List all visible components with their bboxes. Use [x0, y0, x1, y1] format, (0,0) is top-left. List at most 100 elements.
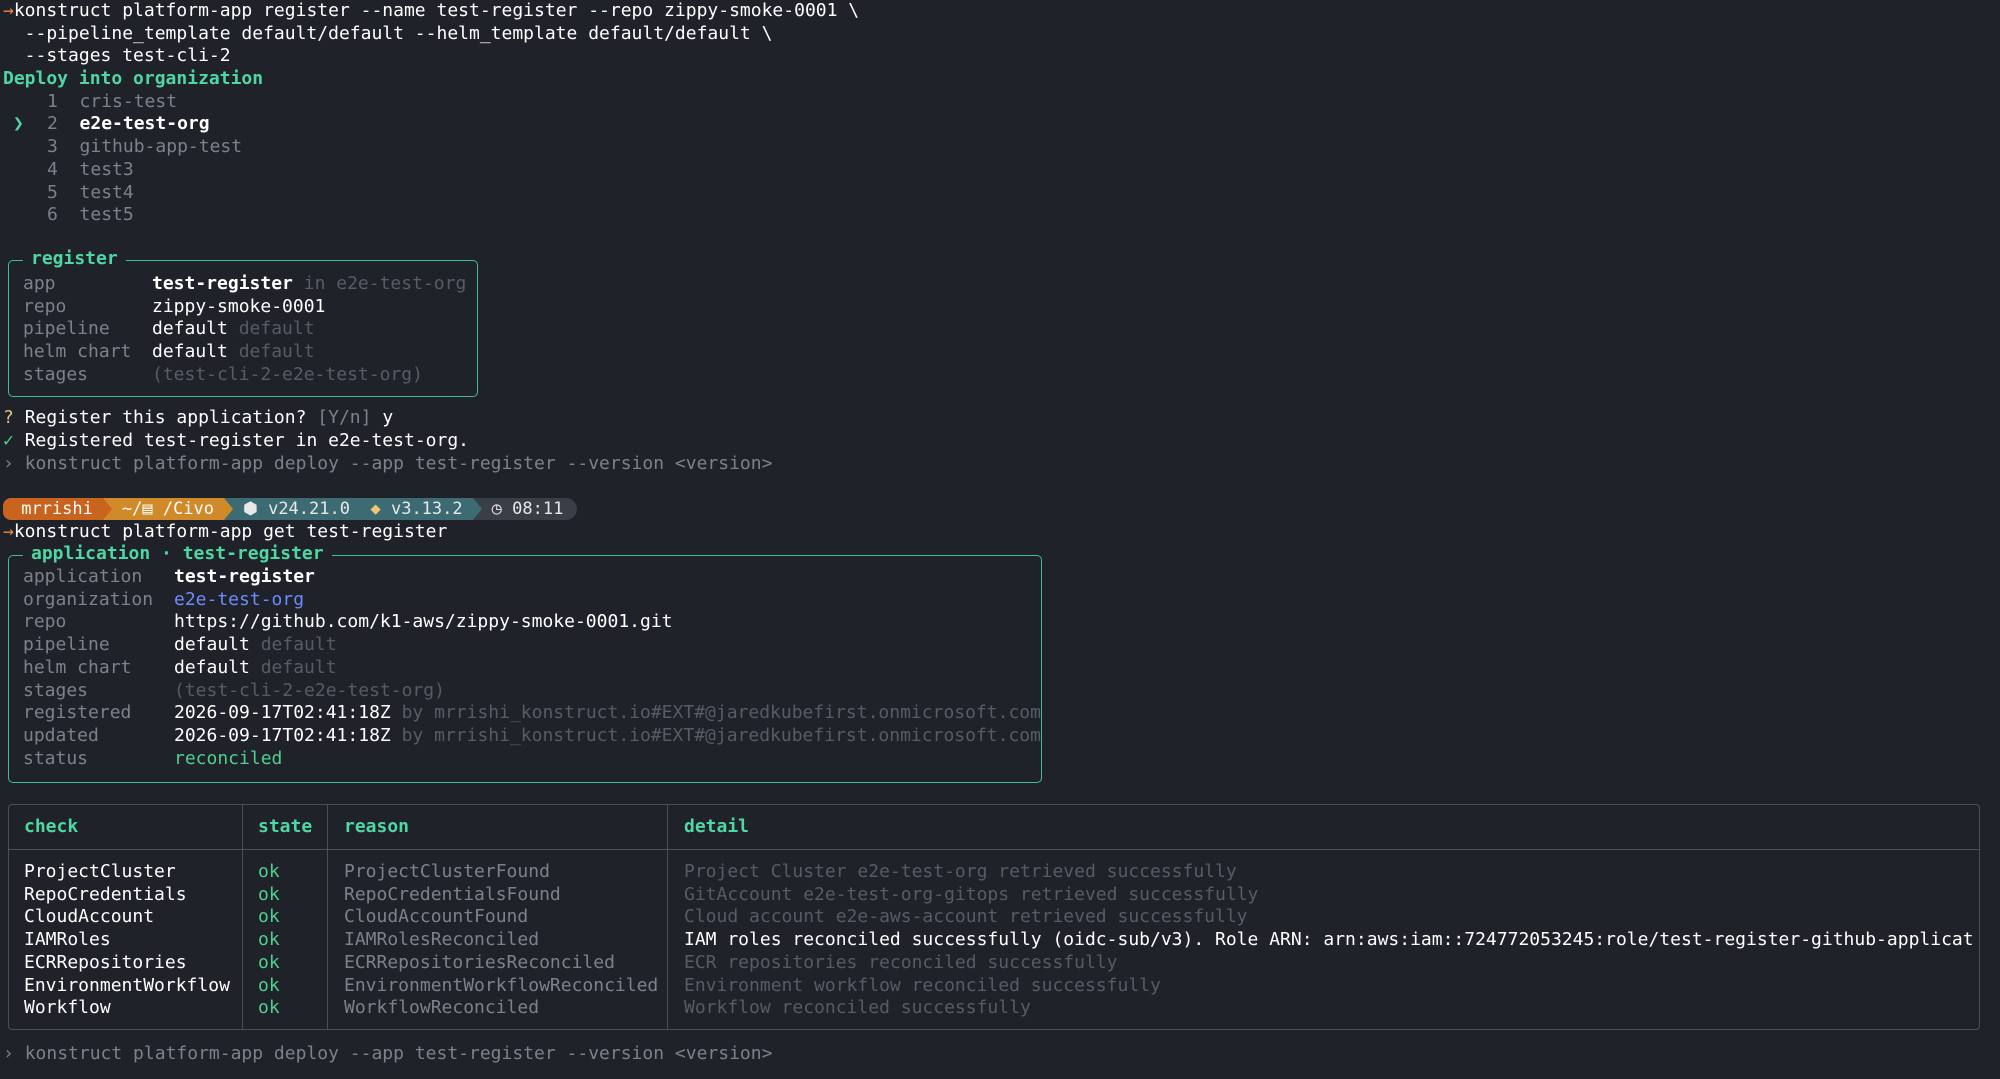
field-value-note: (test-cli-2-e2e-test-org) [152, 363, 423, 385]
field-value-text: 2026-09-17T02:41:18Z [174, 724, 391, 746]
table-cell-check: ECRRepositories [24, 951, 187, 973]
table-cell-state: ok [258, 951, 280, 973]
application-field-label: helm chart [23, 656, 132, 678]
cursor-icon [3, 91, 47, 114]
org-option[interactable]: 4 test3 [3, 159, 1997, 182]
register-field-value: zippy-smoke-0001 [152, 296, 325, 319]
cursor-icon [3, 182, 47, 205]
field-value-text: test-register [174, 566, 315, 587]
prompt-user-segment: mrrishi [3, 498, 103, 520]
application-field-value[interactable]: e2e-test-org [174, 589, 304, 612]
application-field-value: default default [174, 657, 337, 680]
application-field-value: reconciled [174, 748, 282, 771]
field-value-note: default [238, 318, 315, 340]
register-field-value: (test-cli-2-e2e-test-org) [152, 364, 423, 387]
table-cell-check: IAMRoles [24, 929, 111, 951]
application-field-label: registered [23, 702, 132, 724]
prompt-time-segment: ◷ 08:11 [481, 498, 578, 520]
field-value-note: default [238, 341, 315, 363]
table-cell-check: Workflow [24, 997, 111, 1019]
org-option-name: test5 [79, 204, 134, 226]
table-cell-state: ok [258, 929, 280, 951]
shell-prompt-bar: mrrishi ~/▤ /Civo ⬢ v24.21.0 ◆ v3.13.2 ◷… [3, 498, 578, 520]
command-line: →konstruct platform-app get test-registe… [3, 521, 447, 544]
field-value-note: by mrrishi_konstruct.io#EXT#@jaredkubefi… [401, 702, 1041, 724]
org-option-name: test3 [79, 158, 134, 180]
prompt-arrow: → [3, 0, 14, 21]
segment-separator [472, 498, 482, 520]
segment-separator [224, 498, 234, 520]
table-divider [242, 804, 243, 1030]
success-message: ✓ Registered test-register in e2e-test-o… [3, 430, 470, 451]
org-option-number: 2 [47, 113, 58, 135]
register-field-label: pipeline [23, 318, 110, 340]
table-cell-detail: ECR repositories reconciled successfully [684, 951, 1118, 973]
segment-separator [102, 498, 112, 520]
table-cell-detail: Cloud account e2e-aws-account retrieved … [684, 906, 1248, 928]
org-option-number: 3 [47, 136, 58, 158]
table-cell-reason: CloudAccountFound [344, 906, 529, 928]
table-header-detail: detail [684, 816, 750, 837]
python-icon: ◆ [370, 498, 381, 519]
field-value-text: zippy-smoke-0001 [152, 295, 326, 317]
table-cell-detail: Environment workflow reconciled successf… [684, 974, 1161, 996]
application-field-label: organization [23, 588, 154, 610]
table-cell-reason: IAMRolesReconciled [344, 929, 540, 951]
org-select-list[interactable]: 1 cris-test ❯ 2 e2e-test-org 3 github-app-… [3, 91, 1997, 227]
field-value-text: test-register [152, 273, 293, 294]
cursor-icon: ❯ [13, 113, 24, 135]
field-value-note: (test-cli-2-e2e-test-org) [174, 679, 445, 701]
register-field-label: stages [23, 363, 89, 385]
application-field-label: repo [23, 611, 67, 633]
application-field-value: test-register [174, 566, 315, 589]
org-option[interactable]: 3 github-app-test [3, 136, 1997, 159]
org-option-number: 1 [47, 90, 58, 112]
table-cell-detail: GitAccount e2e-test-org-gitops retrieved… [684, 883, 1259, 905]
org-option[interactable]: ❯ 2 e2e-test-org [3, 113, 1997, 136]
application-details-box: application · test-register application t… [8, 543, 1042, 783]
table-cell-reason: ECRRepositoriesReconciled [344, 951, 615, 973]
field-value-text: default [174, 656, 250, 678]
org-option[interactable]: 6 test5 [3, 204, 1997, 227]
command-text: konstruct platform-app get test-register [13, 521, 448, 542]
command-line: →konstruct platform-app register --name … [3, 0, 1997, 23]
table-cell-state: ok [258, 883, 280, 905]
question-icon: ? [3, 407, 14, 428]
deploy-hint: › konstruct platform-app deploy --app te… [3, 453, 773, 474]
chevron-right-icon: › [3, 453, 14, 474]
field-value-text: default [152, 318, 228, 340]
org-option-name: e2e-test-org [79, 113, 210, 135]
command-continuation: --stages test-cli-2 [3, 45, 231, 67]
org-option[interactable]: 5 test4 [3, 182, 1997, 205]
org-option-name: test4 [79, 181, 134, 203]
field-value-text: default [152, 341, 228, 363]
table-cell-detail: Workflow reconciled successfully [684, 997, 1031, 1019]
table-cell-state: ok [258, 861, 280, 882]
prompt-path-segment: ~/▤ /Civo [111, 498, 225, 520]
org-option-name: cris-test [79, 90, 178, 112]
org-option-number: 5 [47, 181, 58, 203]
table-header-state: state [258, 816, 313, 837]
register-field-label: repo [23, 295, 67, 317]
table-cell-state: ok [258, 906, 280, 928]
application-field-label: application [23, 566, 143, 587]
cursor-icon [3, 136, 47, 159]
table-cell-check: ProjectCluster [24, 861, 176, 882]
table-cell-reason: RepoCredentialsFound [344, 883, 561, 905]
application-field-value: 2026-09-17T02:41:18Z by mrrishi_konstruc… [174, 702, 1041, 725]
application-field-value: https://github.com/k1-aws/zippy-smoke-00… [174, 611, 673, 634]
confirm-prompt[interactable]: ? Register this application? [Y/n] y [3, 407, 393, 430]
register-field-value: default default [152, 341, 315, 364]
application-field-value: 2026-09-17T02:41:18Z by mrrishi_konstruc… [174, 725, 1041, 748]
register-box-title: register [23, 248, 126, 271]
deploy-hint: › konstruct platform-app deploy --app te… [3, 1043, 773, 1064]
table-header-check: check [24, 816, 79, 837]
table-cell-detail: IAM roles reconciled successfully (oidc-… [684, 929, 1974, 951]
application-field-value: (test-cli-2-e2e-test-org) [174, 680, 445, 703]
table-header-reason: reason [344, 816, 410, 837]
application-field-label: updated [23, 724, 99, 746]
field-value-text: default [174, 634, 250, 656]
org-option-number: 4 [47, 158, 58, 180]
org-option[interactable]: 1 cris-test [3, 91, 1997, 114]
command-text: konstruct platform-app register --name t… [13, 0, 860, 21]
